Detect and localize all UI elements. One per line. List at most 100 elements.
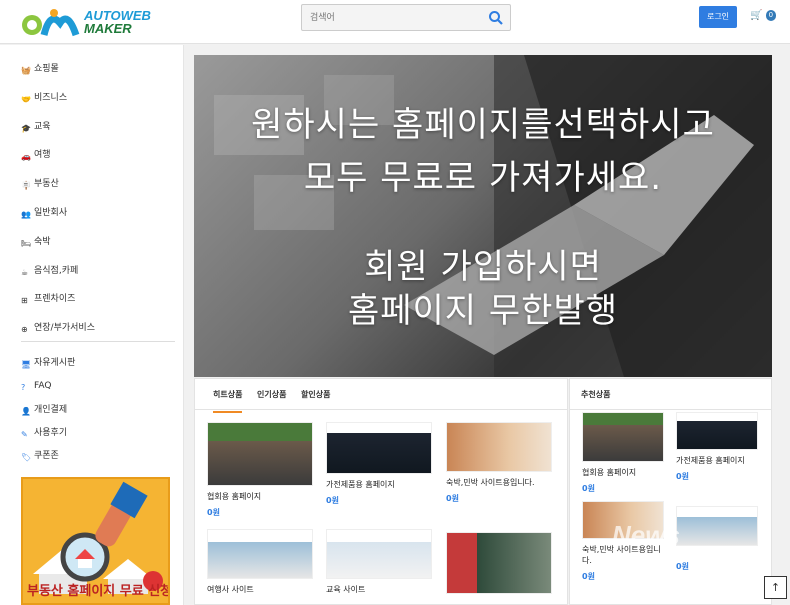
coffee-icon: ☕ — [21, 267, 29, 277]
graduation-cap-icon: 🎓 — [21, 123, 31, 133]
cart-button[interactable]: 🛒 0 — [750, 10, 777, 21]
sidebar-link-1[interactable]: ? FAQ — [21, 379, 51, 393]
sidebar-link-2[interactable]: 👤 개인결제 — [21, 403, 67, 417]
product-card[interactable]: 숙박,민박 사이트용입니다. 0원 — [446, 422, 552, 504]
product-card[interactable]: 가전제품용 홈페이지 0원 — [326, 422, 432, 506]
product-name: 숙박,민박 사이트용입니다. — [446, 478, 535, 487]
hero-banner[interactable]: 원하시는 홈페이지를선택하시고 모두 무료로 가져가세요. 회원 가입하시면 홈… — [194, 55, 772, 377]
hero-line-3: 회원 가입하시면 — [364, 247, 602, 287]
product-price: 0원 — [676, 472, 689, 481]
product-card[interactable]: 교육 사이트 — [326, 529, 432, 595]
hero-line-4: 홈페이지 무한발행 — [347, 291, 619, 331]
user-plus-icon: 👤 — [21, 406, 31, 416]
product-thumbnail — [446, 422, 552, 472]
product-name: 협회용 홈페이지 — [582, 468, 637, 477]
sidebar-item-9[interactable]: ⊕ 연장/부가서비스 — [21, 321, 95, 335]
scroll-top-button[interactable]: ↑ — [764, 576, 787, 599]
sidebar-item-label: 쇼핑몰 — [34, 64, 59, 74]
recommended-underline — [570, 409, 771, 410]
product-card[interactable] — [446, 532, 552, 594]
bed-icon: 🛏 — [21, 238, 32, 248]
sidebar-link-label: 쿠폰존 — [34, 451, 59, 462]
recommended-card[interactable]: 협회용 홈페이지 0원 — [582, 412, 664, 494]
sidebar-item-label: 부동산 — [34, 179, 59, 190]
recommended-card[interactable]: 0원 — [676, 506, 758, 572]
cart-icon: 🛒 — [750, 10, 763, 21]
sidebar-item-label: 연장/부가서비스 — [34, 323, 95, 334]
product-price: 0원 — [582, 572, 595, 581]
login-button[interactable]: 로그인 — [699, 6, 737, 28]
product-card[interactable]: 여행사 사이트 — [207, 529, 313, 595]
sidebar-item-1[interactable]: 🤝 비즈니스 — [21, 91, 67, 105]
basket-icon: 🧺 — [21, 66, 31, 75]
top-header: AUTOWEB MAKER 로그인 🛒 0 — [0, 0, 790, 44]
product-name: 협회용 홈페이지 — [207, 492, 262, 501]
sidebar-item-8[interactable]: ⊞ 프렌차이즈 — [21, 292, 75, 306]
search-icon[interactable] — [488, 10, 504, 26]
logo-mark-icon — [22, 9, 80, 37]
product-price: 0원 — [582, 484, 595, 493]
site-logo[interactable]: AUTOWEB MAKER — [20, 5, 151, 41]
product-name: 여행사 사이트 — [207, 585, 254, 594]
product-name: 교육 사이트 — [326, 585, 366, 594]
sidebar-item-label: 여행 — [34, 150, 51, 161]
product-thumbnail — [326, 422, 432, 474]
recommended-panel: 추천상품 협회용 홈페이지 0원 가전제품용 홈페이지 0원 숙박,민박 사이트… — [569, 378, 772, 605]
sidebar: 🧺 쇼핑몰 🤝 비즈니스 🎓 교육 🚗 여행 🪧 부동산 👥 일반회사 🛏 숙박 ☕ 음식점,카페 ⊞ 프렌차이즈… — [0, 45, 184, 605]
tab-popular-products[interactable]: 인기상품 — [257, 389, 286, 400]
logo-line2: MAKER — [84, 21, 132, 36]
product-thumbnail — [207, 529, 313, 579]
sidebar-item-6[interactable]: 🛏 숙박 — [21, 235, 51, 249]
product-card[interactable]: 협회용 홈페이지 0원 — [207, 422, 313, 518]
product-thumbnail — [207, 422, 313, 486]
car-icon: 🚗 — [21, 152, 31, 162]
news-watermark: News — [612, 520, 680, 550]
sidebar-item-label: 비즈니스 — [34, 92, 68, 103]
pencil-icon: ✎ — [21, 429, 28, 439]
product-thumbnail — [676, 412, 758, 450]
product-thumbnail — [446, 532, 552, 594]
product-thumbnail — [326, 529, 432, 579]
sidebar-link-label: 자유게시판 — [34, 358, 76, 368]
recommended-title: 추천상품 — [581, 390, 611, 399]
product-thumbnail — [582, 412, 664, 462]
hero-line-2: 모두 무료로 가져가세요. — [303, 158, 663, 198]
search-input[interactable] — [302, 5, 472, 31]
logo-text: AUTOWEB MAKER — [84, 9, 151, 35]
sidebar-item-label: 일반회사 — [34, 208, 68, 218]
sidebar-item-label: 음식점,카페 — [34, 265, 79, 276]
tags-icon: 🏷 — [21, 453, 32, 463]
sidebar-link-label: 사용후기 — [34, 427, 68, 438]
handshake-icon: 🤝 — [21, 94, 31, 104]
sidebar-link-4[interactable]: 🏷 쿠폰존 — [21, 449, 59, 463]
tab-underline — [195, 409, 567, 410]
promo-banner[interactable]: 부동산 홈페이지 무료 신청 — [21, 477, 170, 605]
product-thumbnail — [676, 506, 758, 546]
promo-banner-text: 부동산 홈페이지 무료 신청 — [27, 584, 170, 599]
signpost-icon: 🪧 — [21, 181, 31, 191]
sidebar-divider — [21, 341, 175, 342]
monitor-icon: 🖥 — [21, 360, 32, 369]
sidebar-item-0[interactable]: 🧺 쇼핑몰 — [21, 62, 59, 76]
sidebar-item-5[interactable]: 👥 일반회사 — [21, 206, 67, 220]
sidebar-link-0[interactable]: 🖥 자유게시판 — [21, 356, 75, 370]
tab-sale-products[interactable]: 할인상품 — [301, 389, 330, 400]
sidebar-item-label: 교육 — [34, 121, 51, 132]
sidebar-item-4[interactable]: 🪧 부동산 — [21, 177, 59, 191]
recommended-card[interactable]: 가전제품용 홈페이지 0원 — [676, 412, 758, 482]
plus-square-icon: ⊕ — [21, 325, 28, 335]
sitemap-icon: ⊞ — [21, 296, 28, 306]
product-price: 0원 — [446, 494, 459, 503]
product-name: 가전제품용 홈페이지 — [326, 480, 395, 489]
sidebar-item-label: 프렌차이즈 — [34, 294, 76, 305]
sidebar-link-3[interactable]: ✎ 사용후기 — [21, 426, 67, 440]
sidebar-item-7[interactable]: ☕ 음식점,카페 — [21, 264, 78, 278]
products-panel: 히트상품 인기상품 할인상품 협회용 홈페이지 0원 가전제품용 홈페이지 0원… — [194, 378, 568, 605]
sidebar-item-label: 숙박 — [34, 236, 51, 247]
product-price: 0원 — [676, 562, 689, 571]
cart-count-badge: 0 — [765, 10, 777, 21]
search-box — [301, 4, 511, 31]
product-price: 0원 — [207, 508, 220, 517]
sidebar-item-3[interactable]: 🚗 여행 — [21, 148, 51, 162]
sidebar-item-2[interactable]: 🎓 교육 — [21, 120, 51, 134]
